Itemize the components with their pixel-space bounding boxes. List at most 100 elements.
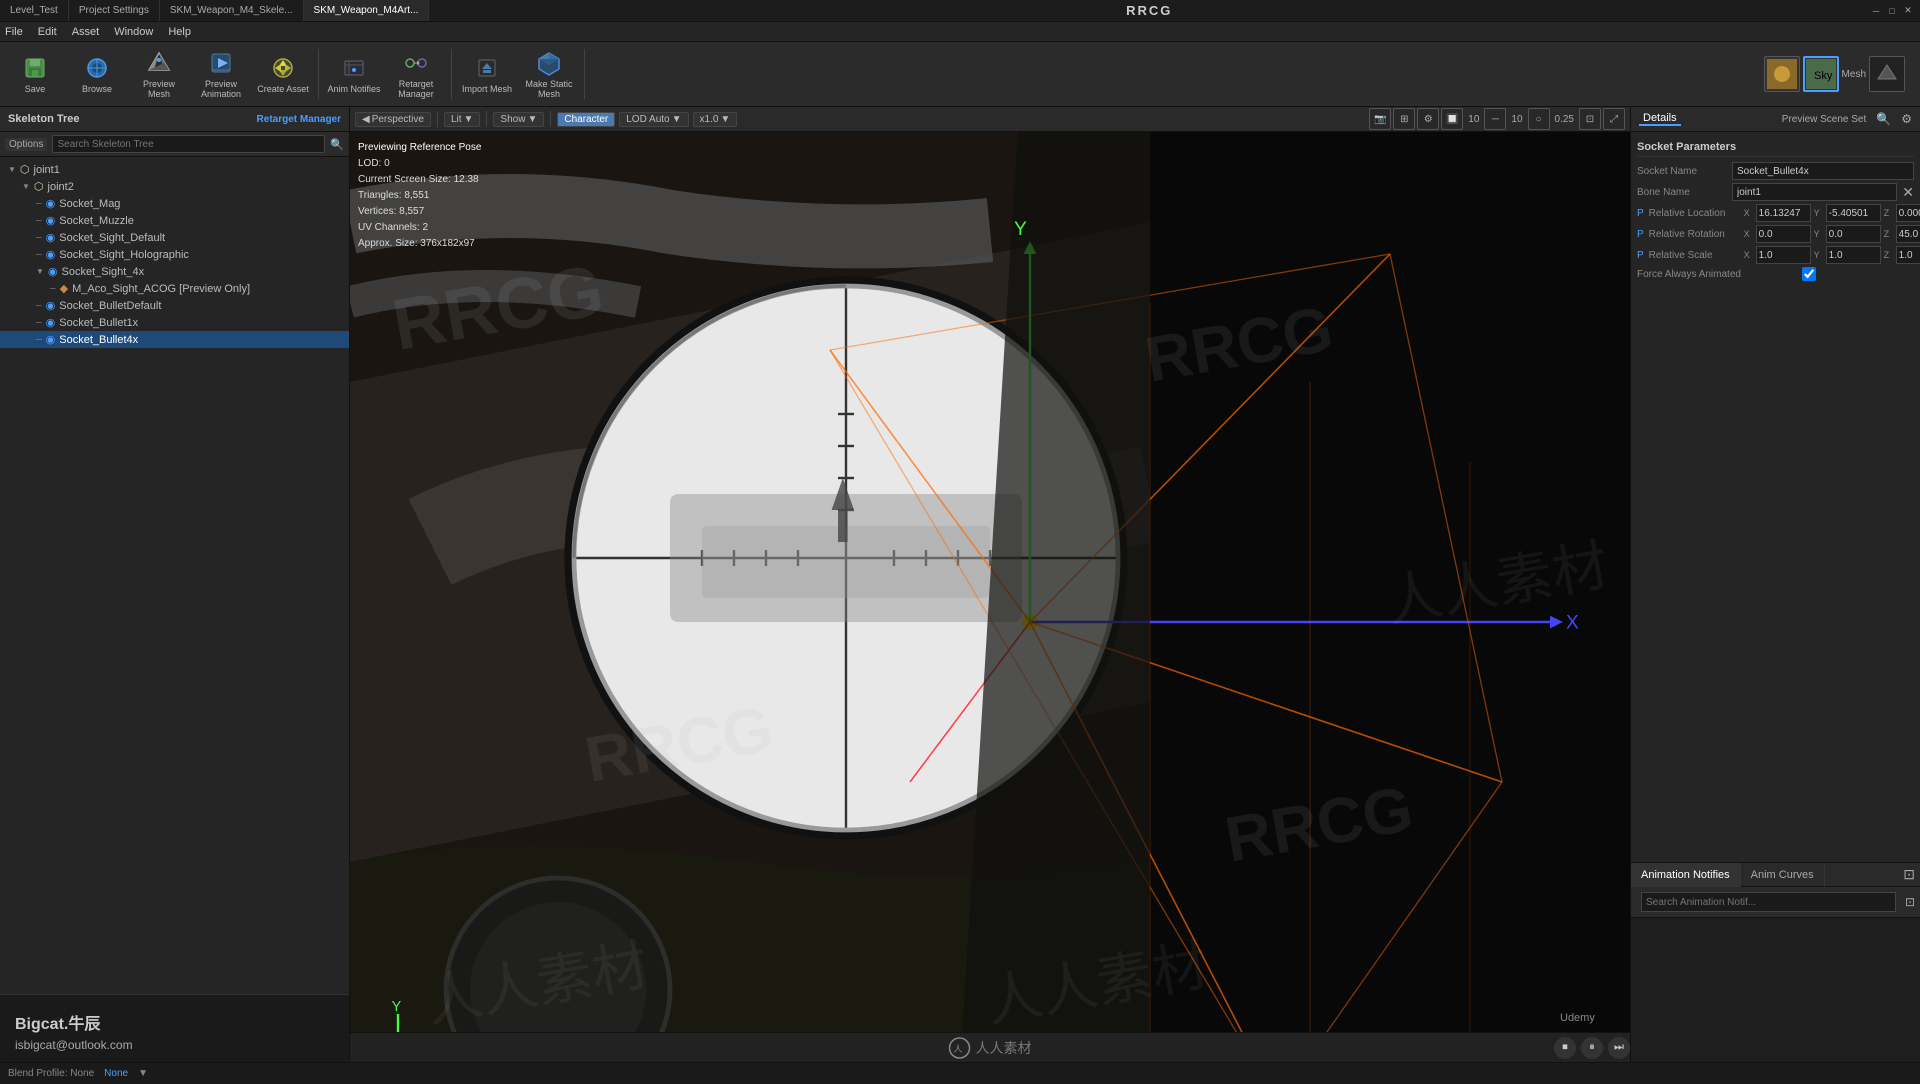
anim-search-input[interactable]	[1641, 892, 1896, 912]
tree-item-socket-bullet-default[interactable]: ─ ◉ Socket_BulletDefault	[0, 297, 349, 314]
lod-minus[interactable]: ─	[1484, 108, 1506, 130]
rel-rot-x-input[interactable]	[1756, 225, 1811, 243]
stop-button[interactable]: ⏹	[1554, 1037, 1576, 1059]
play-button[interactable]: ⏭	[1608, 1037, 1630, 1059]
rel-scale-x-input[interactable]	[1756, 246, 1811, 264]
save-button[interactable]: Save	[5, 45, 65, 103]
rel-scale-z-input[interactable]	[1896, 246, 1920, 264]
scene-preset-2[interactable]: Sky	[1803, 56, 1839, 92]
tree-item-socket-sight-default[interactable]: ─ ◉ Socket_Sight_Default	[0, 229, 349, 246]
sx-label: X	[1744, 250, 1754, 260]
x-label: X	[1744, 208, 1754, 218]
menu-window[interactable]: Window	[114, 26, 153, 38]
lod-auto-button[interactable]: LOD Auto ▼	[619, 112, 688, 127]
socket-sight-4x-icon: ◉	[48, 265, 58, 278]
tab-project-settings[interactable]: Project Settings	[69, 0, 160, 21]
retarget-manager-link[interactable]: Retarget Manager	[257, 114, 341, 125]
browse-button[interactable]: Browse	[67, 45, 127, 103]
tree-item-socket-bullet-4x[interactable]: ─ ◉ Socket_Bullet4x	[0, 331, 349, 348]
tree-item-socket-sight-holo[interactable]: ─ ◉ Socket_Sight_Holographic	[0, 246, 349, 263]
force-anim-checkbox[interactable]	[1802, 267, 1816, 281]
rel-rot-y-input[interactable]	[1826, 225, 1881, 243]
rel-scale-x-field: X	[1744, 246, 1811, 264]
toolbar-separator-3	[584, 49, 585, 99]
tree-item-joint1[interactable]: ▼ ⬡ joint1	[0, 161, 349, 178]
tree-item-m-aco[interactable]: ─ ◆ M_Aco_Sight_ACOG [Preview Only]	[0, 280, 349, 297]
anim-tabs: Animation Notifies Anim Curves ⊡	[1631, 863, 1920, 887]
vp-expand[interactable]: ⊡	[1579, 108, 1601, 130]
anim-notifies-tab[interactable]: Animation Notifies	[1631, 863, 1741, 887]
rel-loc-x-input[interactable]	[1756, 204, 1811, 222]
bone-name-clear-button[interactable]: ✕	[1902, 184, 1914, 201]
rel-loc-z-field: Z	[1884, 204, 1920, 222]
anim-panel-expand[interactable]: ⊡	[1898, 866, 1920, 883]
tab-skm-skele[interactable]: SKM_Weapon_M4_Skele...	[160, 0, 304, 21]
anim-search-bar: ⊡	[1631, 887, 1920, 918]
svg-text:Sky: Sky	[1814, 70, 1833, 82]
perspective-button[interactable]: ◀ Perspective	[355, 112, 431, 127]
save-icon	[21, 54, 49, 82]
watermark-logo-icon: 人	[949, 1037, 971, 1059]
options-button[interactable]: Options	[5, 138, 47, 151]
rx-label: X	[1744, 229, 1754, 239]
minimize-button[interactable]: ─	[1869, 4, 1883, 18]
tab-skm-art[interactable]: SKM_Weapon_M4Art...	[304, 0, 430, 21]
make-static-mesh-button[interactable]: Make Static Mesh	[519, 45, 579, 103]
settings-icon[interactable]: ⚙	[1417, 108, 1439, 130]
bone-name-input[interactable]	[1732, 183, 1897, 201]
fov-icon[interactable]: ○	[1528, 108, 1550, 130]
rel-rot-z-input[interactable]	[1896, 225, 1920, 243]
details-tab[interactable]: Details	[1639, 112, 1681, 126]
preview-mesh-button[interactable]: Preview Mesh	[129, 45, 189, 103]
socket-bullet-4x-icon: ◉	[46, 333, 56, 346]
bottom-right-panel: Animation Notifies Anim Curves ⊡ ⊡	[1631, 862, 1920, 1062]
search-button[interactable]: 🔍	[330, 138, 344, 151]
details-options-icon[interactable]: ⚙	[1901, 112, 1912, 126]
retarget-manager-button[interactable]: Retarget Manager	[386, 45, 446, 103]
anim-notifies-button[interactable]: Anim Notifies	[324, 45, 384, 103]
tree-item-socket-bullet-1x[interactable]: ─ ◉ Socket_Bullet1x	[0, 314, 349, 331]
tree-item-socket-muzzle[interactable]: ─ ◉ Socket_Muzzle	[0, 212, 349, 229]
menu-edit[interactable]: Edit	[38, 26, 57, 38]
socket-bullet-1x-icon: ◉	[46, 316, 56, 329]
lit-button[interactable]: Lit ▼	[444, 112, 480, 127]
rel-loc-z-input[interactable]	[1896, 204, 1920, 222]
mesh-preview-icon	[1869, 56, 1905, 92]
character-button[interactable]: Character	[557, 112, 615, 127]
skeleton-search-input[interactable]	[52, 135, 325, 153]
anim-curves-tab[interactable]: Anim Curves	[1741, 863, 1825, 887]
blend-chevron-icon[interactable]: ▼	[138, 1068, 148, 1079]
camera-icon[interactable]: 📷	[1369, 108, 1391, 130]
grid-icon[interactable]: ⊞	[1393, 108, 1415, 130]
create-asset-button[interactable]: Create Asset	[253, 45, 313, 103]
menu-asset[interactable]: Asset	[72, 26, 100, 38]
tab-level-test[interactable]: Level_Test	[0, 0, 69, 21]
vp-separator-3	[550, 111, 551, 127]
menu-help[interactable]: Help	[168, 26, 191, 38]
socket-bullet-default-label: Socket_BulletDefault	[59, 300, 161, 312]
rz-label: Z	[1884, 229, 1894, 239]
rel-loc-y-input[interactable]	[1826, 204, 1881, 222]
vp-fullscreen[interactable]: ⤢	[1603, 108, 1625, 130]
relative-rotation-row: P Relative Rotation X Y Z	[1637, 225, 1914, 243]
socket-name-input[interactable]	[1732, 162, 1914, 180]
anim-search-icon[interactable]: ⊡	[1905, 895, 1915, 909]
rel-scale-y-input[interactable]	[1826, 246, 1881, 264]
close-button[interactable]: ✕	[1901, 4, 1915, 18]
window-controls: ─ □ ✕	[1869, 4, 1920, 18]
menu-file[interactable]: File	[5, 26, 23, 38]
import-mesh-button[interactable]: Import Mesh	[457, 45, 517, 103]
scene-preset-1[interactable]	[1764, 56, 1800, 92]
tree-item-socket-sight-4x[interactable]: ▼ ◉ Socket_Sight_4x	[0, 263, 349, 280]
show-button[interactable]: Show ▼	[493, 112, 544, 127]
search-details-icon[interactable]: 🔍	[1876, 112, 1891, 126]
tree-item-joint2[interactable]: ▼ ⬡ joint2	[0, 178, 349, 195]
pause-button[interactable]: ⏸	[1581, 1037, 1603, 1059]
viewport[interactable]: Y X X Y Z RRCG RRCG RRCG RRCG 人人素材	[350, 132, 1630, 1032]
snap-icon[interactable]: 🔲	[1441, 108, 1463, 130]
maximize-button[interactable]: □	[1885, 4, 1899, 18]
preview-animation-button[interactable]: Preview Animation	[191, 45, 251, 103]
tree-item-socket-mag[interactable]: ─ ◉ Socket_Mag	[0, 195, 349, 212]
x1-chevron: ▼	[720, 114, 730, 125]
x1-button[interactable]: x1.0 ▼	[693, 112, 738, 127]
